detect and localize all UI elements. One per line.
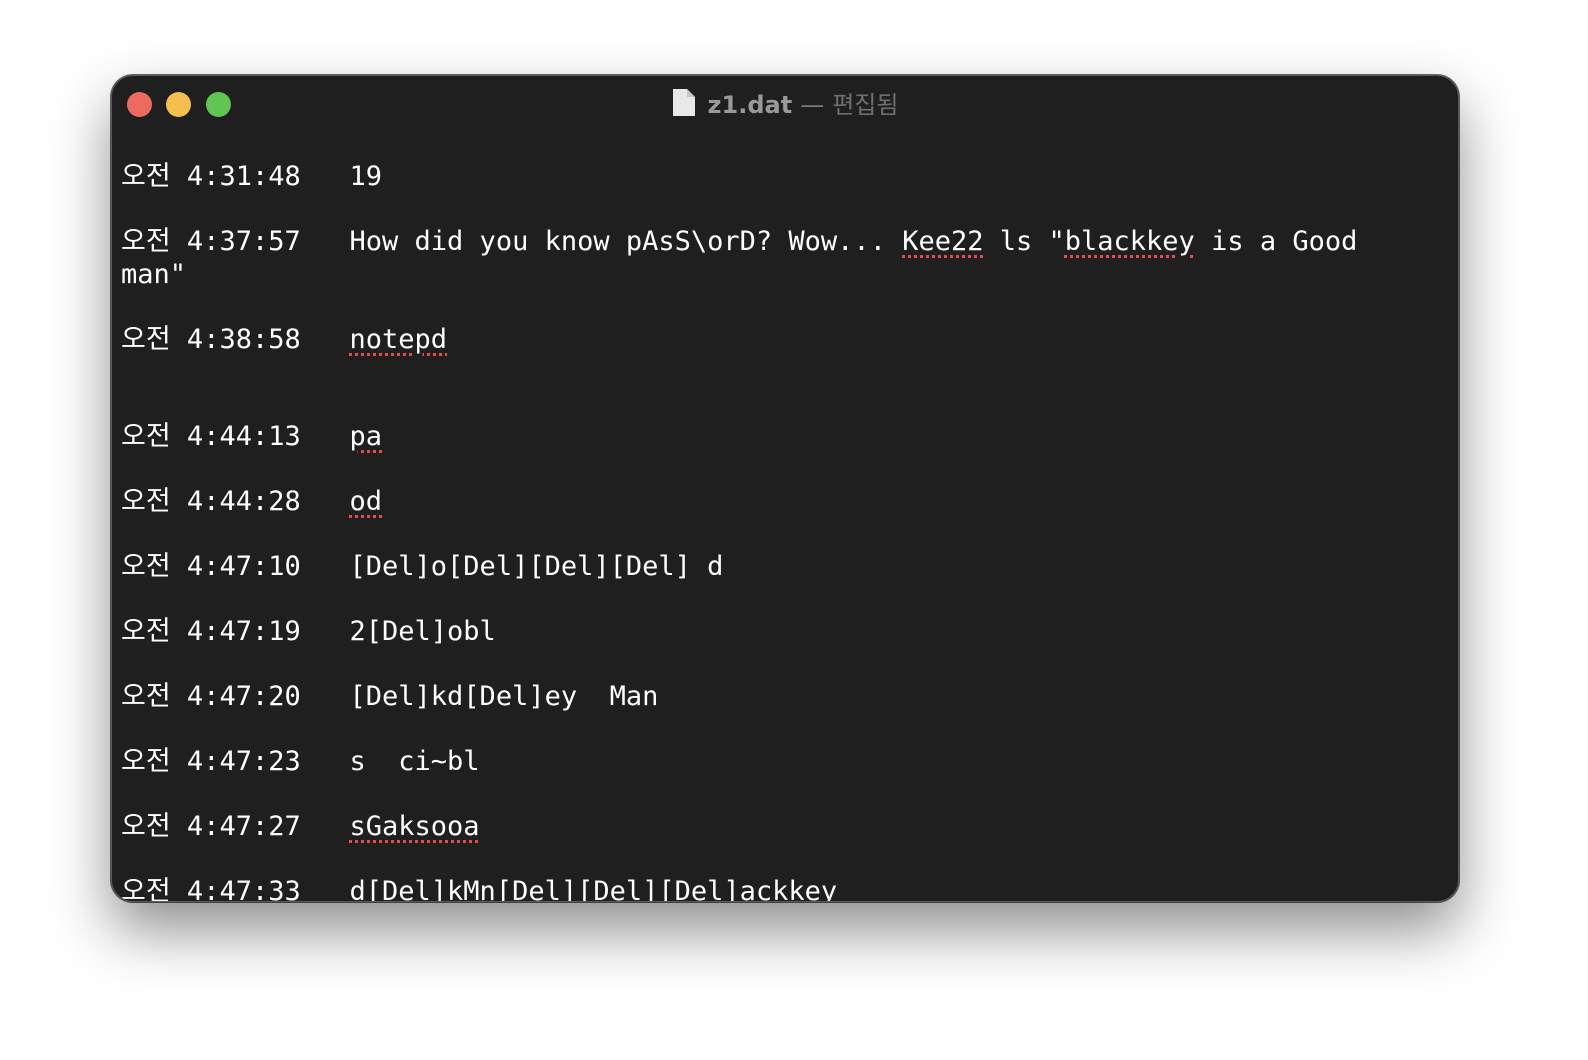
log-timestamp: 오전 4:38:58 — [121, 324, 301, 355]
log-timestamp: 오전 4:47:27 — [121, 811, 301, 842]
log-entry: 오전 4:31:48 19 — [121, 160, 1418, 193]
document-icon — [672, 89, 695, 116]
title-bar[interactable]: z1.dat — 편집됨 — [112, 76, 1458, 132]
log-entry: 오전 4:44:28 od — [121, 485, 1418, 518]
log-timestamp: 오전 4:37:57 — [121, 226, 301, 257]
misspelled-word: sGaksooa — [349, 811, 480, 842]
log-text: ls " — [983, 226, 1065, 257]
log-spacer — [301, 421, 350, 452]
title-edited-status: 편집됨 — [832, 91, 899, 119]
log-timestamp: 오전 4:47:33 — [121, 876, 301, 902]
misspelled-word: od — [349, 486, 383, 517]
text-editor-window: z1.dat — 편집됨 오전 4:31:48 19 오전 4:37:57 How d… — [111, 75, 1459, 902]
log-entry: 오전 4:47:19 2[Del]obl — [121, 615, 1418, 648]
log-entry: 오전 4:47:23 s ci~bl — [121, 745, 1418, 778]
log-timestamp: 오전 4:47:23 — [121, 746, 301, 777]
log-entry: 오전 4:47:27 sGaksooa — [121, 810, 1418, 843]
log-entry: 오전 4:47:10 [Del]o[Del][Del][Del] d — [121, 550, 1418, 583]
log-spacer — [301, 616, 350, 647]
window-title[interactable]: z1.dat — 편집됨 — [112, 88, 1458, 120]
log-text: [Del]o[Del][Del][Del] d — [349, 551, 724, 582]
log-entry: 오전 4:47:20 [Del]kd[Del]ey Man — [121, 680, 1418, 713]
log-spacer — [301, 746, 350, 777]
log-spacer — [301, 551, 350, 582]
log-entry: 오전 4:38:58 notepd — [121, 323, 1418, 356]
misspelled-word: pa — [349, 421, 383, 452]
log-timestamp: 오전 4:44:13 — [121, 421, 301, 452]
misspelled-word: Kee22 — [902, 226, 984, 257]
log-spacer — [301, 324, 350, 355]
log-timestamp: 오전 4:44:28 — [121, 486, 301, 517]
editor-text-area[interactable]: 오전 4:31:48 19 오전 4:37:57 How did you know… — [121, 160, 1418, 902]
log-text: 19 — [349, 161, 383, 192]
log-text: 2[Del]obl — [349, 616, 496, 647]
title-separator: — — [800, 91, 825, 119]
log-spacer — [301, 681, 350, 712]
log-entry: 오전 4:37:57 How did you know pAsS\orD? Wo… — [121, 225, 1418, 291]
misspelled-word: notepd — [349, 324, 448, 355]
log-spacer — [301, 876, 350, 901]
log-text: d[Del]kMn[Del][Del][Del]ackkey — [349, 876, 838, 902]
log-entry: 오전 4:47:33 d[Del]kMn[Del][Del][Del]ackke… — [121, 875, 1418, 902]
log-spacer — [301, 486, 350, 517]
log-timestamp: 오전 4:47:10 — [121, 551, 301, 582]
log-timestamp: 오전 4:47:20 — [121, 681, 301, 712]
log-timestamp: 오전 4:47:19 — [121, 616, 301, 647]
log-text: [Del]kd[Del]ey Man — [349, 681, 659, 712]
log-timestamp: 오전 4:31:48 — [121, 161, 301, 192]
misspelled-word: blackkey — [1064, 226, 1195, 257]
title-file-name: z1.dat — [707, 91, 793, 119]
log-entry: 오전 4:44:13 pa — [121, 420, 1418, 453]
log-spacer — [301, 161, 350, 192]
log-spacer — [301, 811, 350, 842]
log-text: s ci~bl — [349, 746, 480, 777]
log-spacer — [301, 226, 350, 257]
log-text: How did you know pAsS\orD? Wow... — [349, 226, 903, 257]
